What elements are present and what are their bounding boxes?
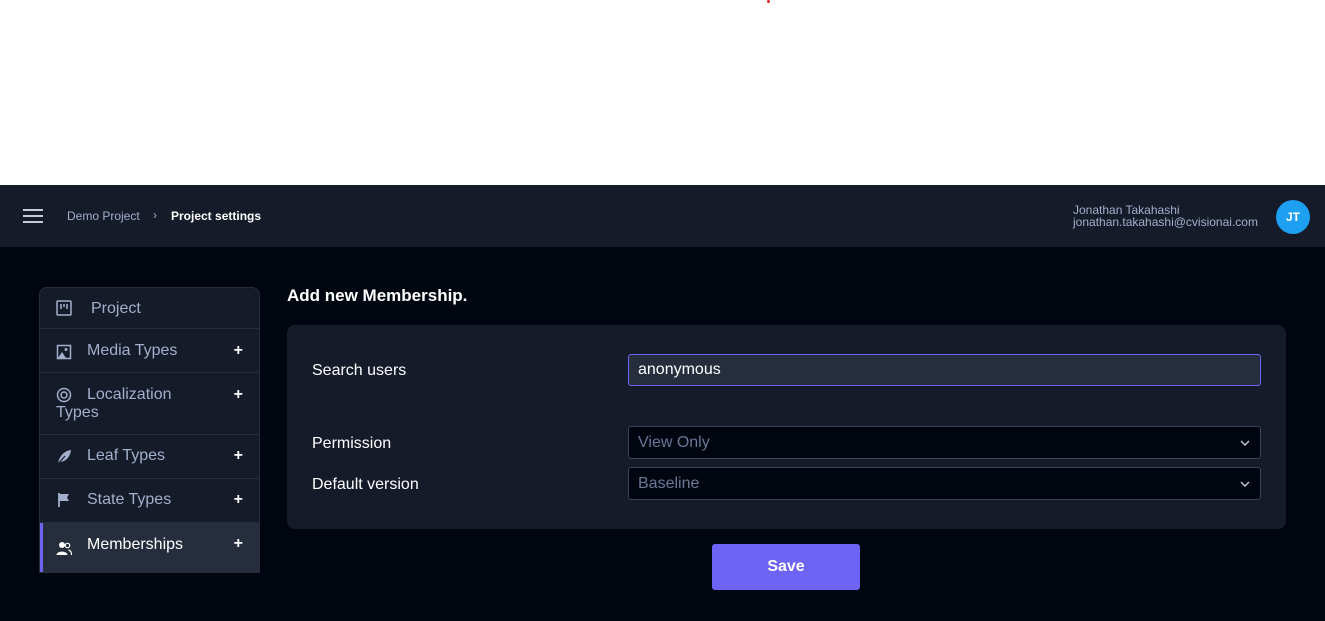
- default-version-select-value: Baseline: [638, 475, 700, 492]
- sidebar-item-label: Media Types: [87, 342, 178, 359]
- permission-select-value: View Only: [638, 434, 710, 451]
- leaf-icon: [57, 450, 71, 465]
- top-header: Demo Project › Project settings Jonathan…: [0, 185, 1325, 247]
- flag-icon: [58, 493, 69, 507]
- default-version-select[interactable]: Baseline: [628, 467, 1261, 500]
- blank-area: [0, 0, 1325, 185]
- breadcrumb-project-link[interactable]: Demo Project: [67, 209, 140, 223]
- sidebar-item-project[interactable]: Project: [40, 288, 259, 329]
- chevron-down-icon: [1240, 440, 1250, 446]
- save-button[interactable]: Save: [712, 544, 860, 590]
- sidebar-item-memberships[interactable]: Memberships +: [40, 523, 259, 572]
- search-users-label: Search users: [312, 362, 407, 379]
- breadcrumb-current: Project settings: [171, 209, 262, 223]
- sidebar-item-state-types[interactable]: State Types +: [40, 479, 259, 523]
- add-media-type-button[interactable]: +: [234, 343, 243, 359]
- add-membership-button[interactable]: +: [234, 536, 243, 552]
- settings-sidebar: Project Media Types + Localization Types…: [39, 287, 260, 573]
- project-board-icon: [56, 300, 72, 316]
- app-shell: Demo Project › Project settings Jonathan…: [0, 185, 1325, 621]
- add-localization-type-button[interactable]: +: [234, 387, 243, 403]
- sidebar-item-label: State Types: [87, 491, 172, 508]
- sidebar-item-label: Localization: [87, 386, 172, 403]
- sidebar-item-label: Types: [56, 404, 99, 421]
- permission-label: Permission: [312, 435, 392, 452]
- sidebar-item-localization-types[interactable]: Localization Types +: [40, 373, 259, 435]
- image-icon: [56, 344, 72, 360]
- add-leaf-type-button[interactable]: +: [234, 448, 243, 464]
- sidebar-item-media-types[interactable]: Media Types +: [40, 329, 259, 373]
- user-email: jonathan.takahashi@cvisionai.com: [1073, 215, 1258, 229]
- sidebar-item-label: Leaf Types: [87, 447, 165, 464]
- breadcrumb-chevron-icon: ›: [153, 208, 157, 222]
- users-icon: [56, 542, 72, 556]
- red-dot-marker: [767, 0, 770, 3]
- target-icon: [56, 387, 72, 403]
- sidebar-item-label: Memberships: [87, 536, 184, 553]
- permission-select[interactable]: View Only: [628, 426, 1261, 459]
- default-version-label: Default version: [312, 476, 419, 493]
- page-title: Add new Membership.: [287, 286, 468, 305]
- hamburger-menu-icon[interactable]: [23, 209, 43, 223]
- avatar[interactable]: JT: [1276, 200, 1310, 234]
- add-state-type-button[interactable]: +: [234, 492, 243, 508]
- chevron-down-icon: [1240, 481, 1250, 487]
- search-users-input[interactable]: anonymous: [628, 354, 1261, 386]
- sidebar-item-leaf-types[interactable]: Leaf Types +: [40, 435, 259, 479]
- membership-form-card: Search users anonymous Permission View O…: [287, 325, 1286, 529]
- sidebar-item-label: Project: [91, 300, 141, 317]
